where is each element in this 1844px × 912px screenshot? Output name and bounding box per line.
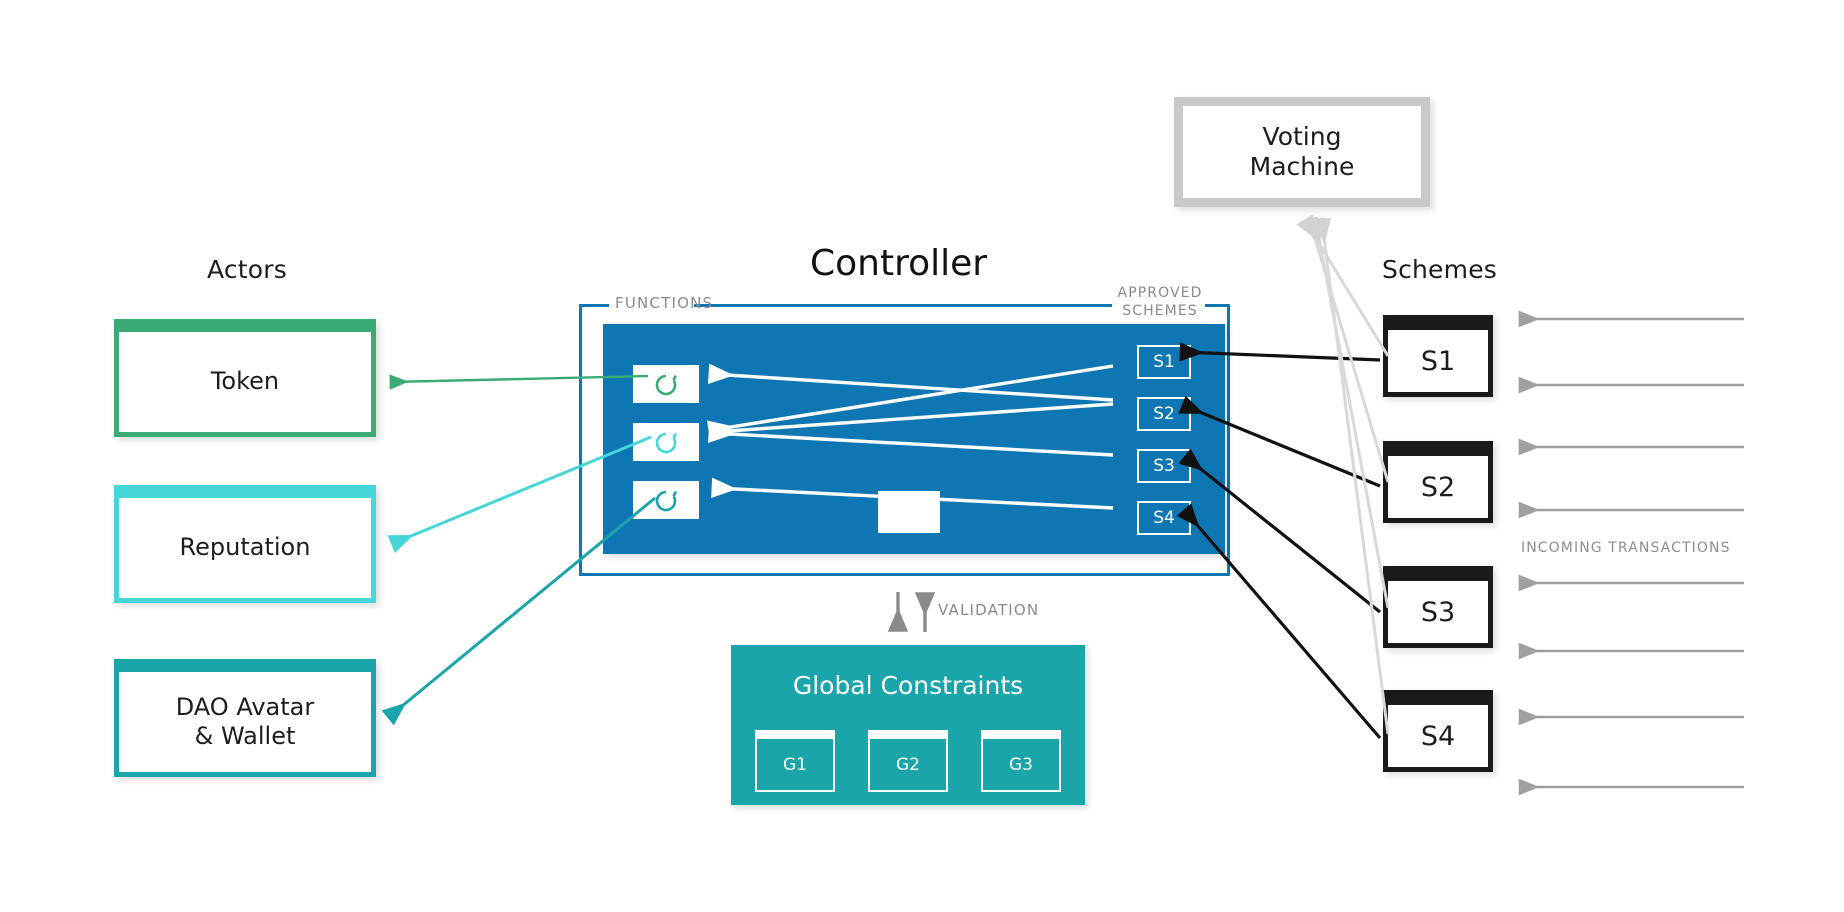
actor-label-dao-avatar-line1: DAO Avatar [175, 692, 315, 721]
approved-scheme-label-s2: S2 [1153, 404, 1175, 424]
approved-scheme-label-s3: S3 [1153, 456, 1175, 476]
actor-label-dao-avatar: DAO Avatar & Wallet [176, 693, 314, 752]
voting-machine-label: Voting Machine [1250, 122, 1355, 183]
controller-heading: Controller [810, 243, 988, 284]
actor-box-reputation[interactable]: Reputation [114, 485, 376, 603]
actor-label-dao-avatar-line2: & Wallet [194, 722, 296, 750]
scheme-box-s4[interactable]: S4 [1383, 690, 1493, 772]
controller-frame-top-mid-segment [694, 304, 1112, 307]
actor-box-token[interactable]: Token [114, 319, 376, 437]
approved-schemes-label: APPROVED SCHEMES [1117, 285, 1203, 321]
global-constraints-box[interactable]: Global Constraints G1 G2 G3 [731, 645, 1085, 805]
actors-heading: Actors [207, 255, 288, 284]
global-constraint-label-g3: G3 [1009, 754, 1033, 775]
circle-arrow-icon [655, 490, 677, 512]
functions-label: FUNCTIONS [615, 294, 714, 312]
global-constraint-box-g1[interactable]: G1 [755, 730, 835, 792]
actor-label-token: Token [210, 367, 280, 396]
validation-label: VALIDATION [938, 601, 1040, 619]
approved-scheme-label-s1: S1 [1153, 352, 1175, 372]
scheme-box-s3[interactable]: S3 [1383, 566, 1493, 648]
diagram-canvas: Actors Controller Schemes Token Reputati… [0, 0, 1844, 912]
scheme-box-s2[interactable]: S2 [1383, 441, 1493, 523]
scheme-label-s3: S3 [1420, 596, 1456, 628]
approved-scheme-box-s1[interactable]: S1 [1137, 345, 1191, 379]
approved-scheme-label-s4: S4 [1153, 508, 1175, 528]
global-constraints-title: Global Constraints [792, 671, 1024, 700]
actor-box-dao-avatar[interactable]: DAO Avatar & Wallet [114, 659, 376, 777]
arrow-scheme-s2-to-voting-machine [1299, 216, 1390, 483]
controller-inner-white-box [878, 491, 940, 533]
arrow-scheme-s1-to-voting-machine [1296, 214, 1390, 357]
voting-machine-label-line2: Machine [1249, 152, 1355, 181]
global-constraint-box-g3[interactable]: G3 [981, 730, 1061, 792]
arrow-scheme-s3-to-voting-machine [1306, 217, 1390, 609]
global-constraint-label-g2: G2 [896, 754, 920, 775]
controller-frame-top-right-segment [1205, 304, 1230, 307]
scheme-label-s1: S1 [1420, 345, 1456, 377]
approved-scheme-box-s2[interactable]: S2 [1137, 397, 1191, 431]
actor-label-reputation: Reputation [179, 533, 311, 562]
schemes-heading: Schemes [1382, 255, 1497, 284]
approved-schemes-label-line1: APPROVED [1117, 285, 1203, 301]
global-constraint-box-g2[interactable]: G2 [868, 730, 948, 792]
scheme-label-s2: S2 [1420, 471, 1456, 503]
global-constraint-label-g1: G1 [783, 754, 807, 775]
circle-arrow-icon [655, 374, 677, 396]
voting-machine-label-line1: Voting [1262, 121, 1342, 151]
controller-frame-top-left-segment [579, 304, 609, 307]
voting-machine-box[interactable]: Voting Machine [1174, 97, 1430, 207]
scheme-label-s4: S4 [1420, 720, 1456, 752]
function-box-2[interactable] [633, 423, 699, 461]
function-box-3[interactable] [633, 481, 699, 519]
scheme-box-s1[interactable]: S1 [1383, 315, 1493, 397]
function-box-1[interactable] [633, 365, 699, 403]
approved-scheme-box-s4[interactable]: S4 [1137, 501, 1191, 535]
circle-arrow-icon [655, 432, 677, 454]
approved-scheme-box-s3[interactable]: S3 [1137, 449, 1191, 483]
arrow-scheme-s4-to-voting-machine [1312, 217, 1390, 735]
incoming-transactions-label: INCOMING TRANSACTIONS [1521, 540, 1731, 556]
approved-schemes-label-line2: SCHEMES [1122, 302, 1198, 319]
